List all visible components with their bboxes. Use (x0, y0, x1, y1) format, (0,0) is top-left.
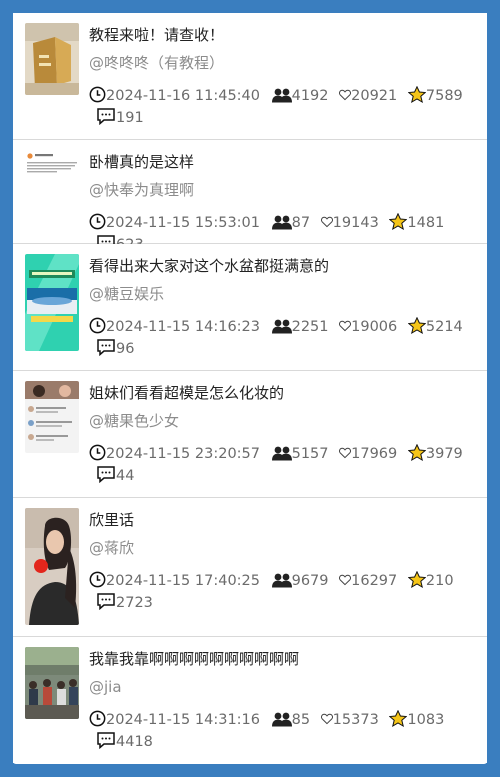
star-icon[interactable] (407, 86, 426, 103)
clock-icon (89, 710, 106, 727)
star-icon[interactable] (407, 317, 426, 334)
clock-icon (89, 86, 106, 103)
heart-icon[interactable] (339, 447, 352, 459)
people-icon (271, 573, 292, 588)
comment-icon[interactable] (96, 108, 116, 125)
thumbnail[interactable] (25, 152, 79, 190)
people-icon (271, 88, 292, 103)
feed-item[interactable]: 教程来啦！请查收！ @咚咚咚（有教程） 2024-11-16 11:45:40 … (13, 13, 487, 140)
clock-icon (89, 213, 106, 230)
item-meta: 2024-11-15 17:40:25 9679 16297 210 2723 (89, 570, 475, 614)
item-time: 2024-11-15 23:20:57 (106, 446, 260, 462)
clock-icon (89, 317, 106, 334)
like-count: 19143 (332, 215, 379, 231)
favorite-count: 1481 (407, 215, 445, 231)
comment-count: 2723 (116, 595, 153, 611)
item-time: 2024-11-16 11:45:40 (106, 88, 260, 104)
star-icon[interactable] (407, 444, 426, 461)
viewer-count: 87 (291, 215, 311, 231)
thumbnail[interactable] (25, 254, 79, 351)
comment-icon[interactable] (96, 732, 116, 749)
item-title[interactable]: 姐妹们看看超模是怎么化妆的 (89, 383, 479, 403)
feed-item[interactable]: 我靠我靠啊啊啊啊啊啊啊啊啊啊 @jia 2024-11-15 14:31:16 … (13, 637, 487, 763)
favorite-count: 7589 (425, 88, 463, 104)
item-meta: 2024-11-15 23:20:57 5157 17969 3979 44 (89, 443, 475, 487)
star-icon[interactable] (407, 571, 426, 588)
item-time: 2024-11-15 15:53:01 (106, 215, 260, 231)
comment-count: 96 (116, 341, 135, 357)
thumbnail[interactable] (25, 647, 79, 719)
item-time: 2024-11-15 14:16:23 (106, 319, 260, 335)
item-title[interactable]: 我靠我靠啊啊啊啊啊啊啊啊啊啊 (89, 649, 479, 669)
like-count: 17969 (351, 446, 398, 462)
item-author[interactable]: @糖豆娱乐 (89, 284, 164, 304)
viewer-count: 4192 (291, 88, 329, 104)
item-title[interactable]: 看得出来大家对这个水盆都挺满意的 (89, 256, 479, 276)
heart-icon[interactable] (320, 713, 333, 725)
thumbnail[interactable] (25, 508, 79, 625)
favorite-count: 210 (425, 573, 454, 589)
item-meta: 2024-11-15 14:16:23 2251 19006 5214 96 (89, 316, 475, 360)
feed-item[interactable]: 姐妹们看看超模是怎么化妆的 @糖果色少女 2024-11-15 23:20:57… (13, 371, 487, 498)
star-icon[interactable] (389, 213, 408, 230)
item-title[interactable]: 欣里话 (89, 510, 479, 530)
feed-item[interactable]: 看得出来大家对这个水盆都挺满意的 @糖豆娱乐 2024-11-15 14:16:… (13, 244, 487, 371)
favorite-count: 1083 (407, 712, 445, 728)
heart-icon[interactable] (339, 574, 352, 586)
item-author[interactable]: @糖果色少女 (89, 411, 179, 431)
star-icon[interactable] (389, 710, 408, 727)
heart-icon[interactable] (339, 320, 352, 332)
item-meta: 2024-11-15 14:31:16 85 15373 1083 4418 (89, 709, 475, 753)
favorite-count: 5214 (425, 319, 463, 335)
item-title[interactable]: 卧槽真的是这样 (89, 152, 479, 172)
heart-icon[interactable] (320, 216, 333, 228)
feed-item[interactable]: 欣里话 @蒋欣 2024-11-15 17:40:25 9679 16297 2… (13, 498, 487, 637)
comment-icon[interactable] (96, 339, 116, 356)
like-count: 15373 (332, 712, 379, 728)
item-time: 2024-11-15 17:40:25 (106, 573, 260, 589)
viewer-count: 2251 (291, 319, 329, 335)
like-count: 16297 (351, 573, 398, 589)
clock-icon (89, 571, 106, 588)
like-count: 20921 (351, 88, 398, 104)
comment-icon[interactable] (96, 593, 116, 610)
item-meta: 2024-11-16 11:45:40 4192 20921 7589 191 (89, 85, 475, 129)
viewer-count: 9679 (291, 573, 329, 589)
item-author[interactable]: @快奉为真理啊 (89, 180, 194, 200)
item-author[interactable]: @咚咚咚（有教程） (89, 53, 224, 73)
people-icon (271, 712, 292, 727)
item-author[interactable]: @蒋欣 (89, 538, 134, 558)
comment-count: 4418 (116, 734, 153, 750)
item-time: 2024-11-15 14:31:16 (106, 712, 260, 728)
people-icon (271, 446, 292, 461)
item-title[interactable]: 教程来啦！请查收！ (89, 25, 479, 45)
thumbnail[interactable] (25, 381, 79, 453)
comment-icon[interactable] (96, 466, 116, 483)
viewer-count: 85 (291, 712, 311, 728)
comment-count: 44 (116, 468, 135, 484)
clock-icon (89, 444, 106, 461)
thumbnail[interactable] (25, 23, 79, 95)
people-icon (271, 319, 292, 334)
heart-icon[interactable] (339, 89, 352, 101)
viewer-count: 5157 (291, 446, 329, 462)
comment-count: 191 (116, 110, 144, 126)
feed-item[interactable]: 卧槽真的是这样 @快奉为真理啊 2024-11-15 15:53:01 87 1… (13, 140, 487, 253)
like-count: 19006 (351, 319, 398, 335)
favorite-count: 3979 (425, 446, 463, 462)
people-icon (271, 215, 292, 230)
item-author[interactable]: @jia (89, 677, 122, 697)
